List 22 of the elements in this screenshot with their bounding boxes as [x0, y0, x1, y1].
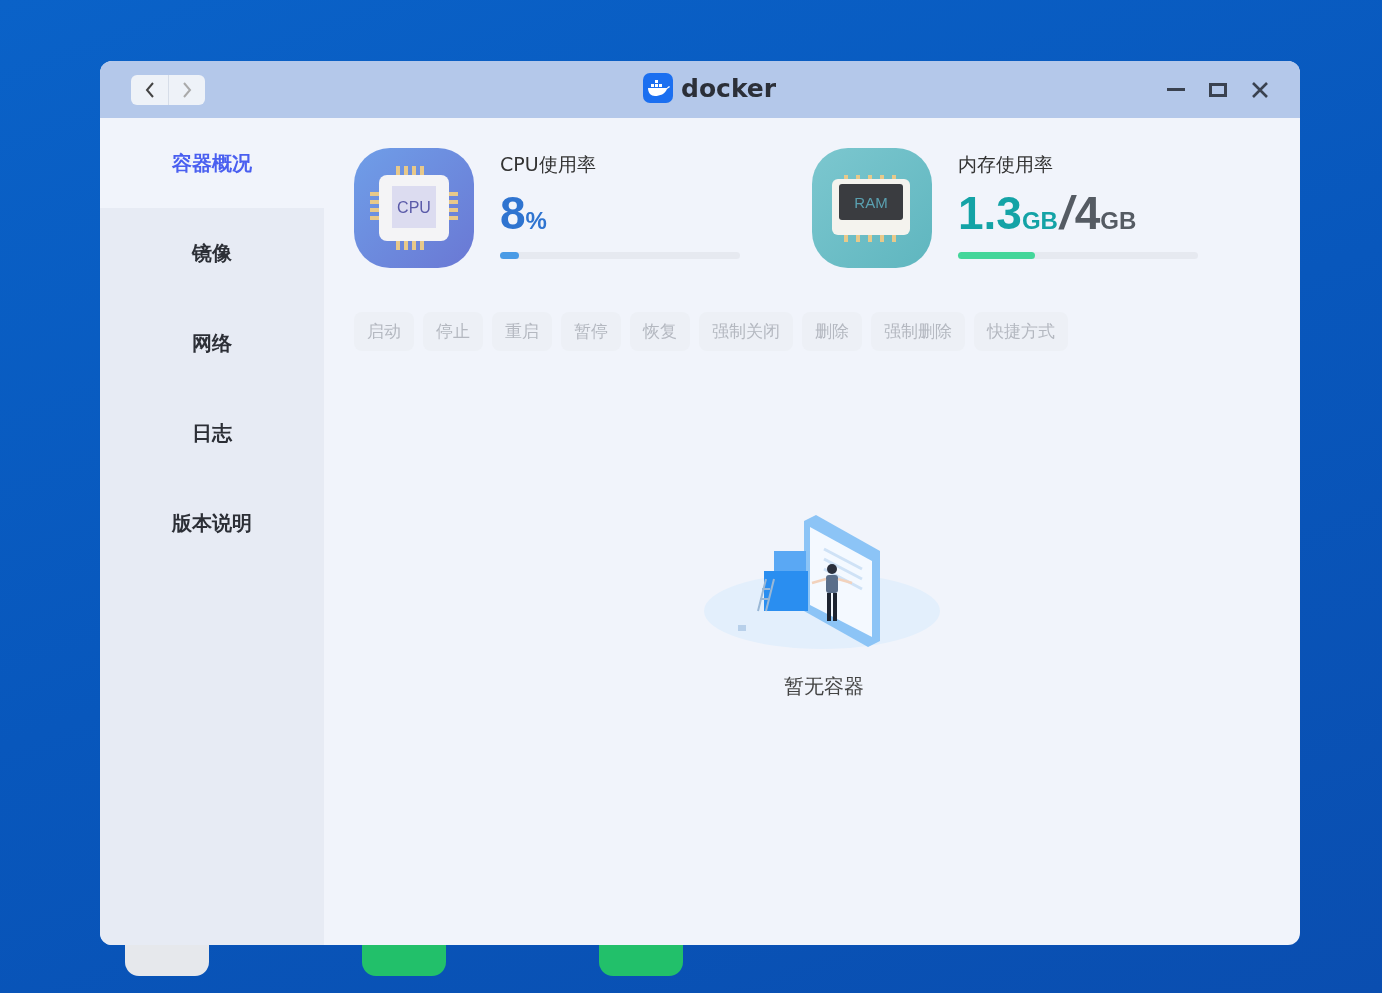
desktop-app-icon[interactable]: [362, 945, 446, 976]
chip-label: CPU: [397, 199, 431, 216]
close-icon: [1251, 80, 1269, 99]
chevron-left-icon: [143, 80, 156, 99]
desktop-app-icon[interactable]: [599, 945, 683, 976]
sidebar-item[interactable]: 容器概况: [100, 118, 324, 208]
minimize-icon: [1167, 88, 1185, 91]
desktop-app-icon[interactable]: [125, 945, 209, 976]
sidebar-item[interactable]: 日志: [100, 388, 324, 478]
sidebar-item[interactable]: 网络: [100, 298, 324, 388]
empty-state-message: 暂无容器: [784, 673, 864, 700]
chevron-right-icon: [181, 80, 193, 99]
sidebar-item[interactable]: 镜像: [100, 208, 324, 298]
memory-usage-label: 内存使用率: [958, 152, 1054, 177]
window-title: docker: [681, 73, 777, 103]
cpu-usage-value: 8%: [500, 186, 548, 238]
sidebar-item[interactable]: 版本说明: [100, 478, 324, 568]
cpu-usage-label: CPU使用率: [500, 152, 597, 177]
maximize-icon: [1209, 80, 1227, 99]
memory-usage-value: 1.3GB/4GB: [958, 186, 1138, 238]
chip-label: RAM: [854, 194, 888, 211]
whale-app-icon: [643, 73, 673, 103]
